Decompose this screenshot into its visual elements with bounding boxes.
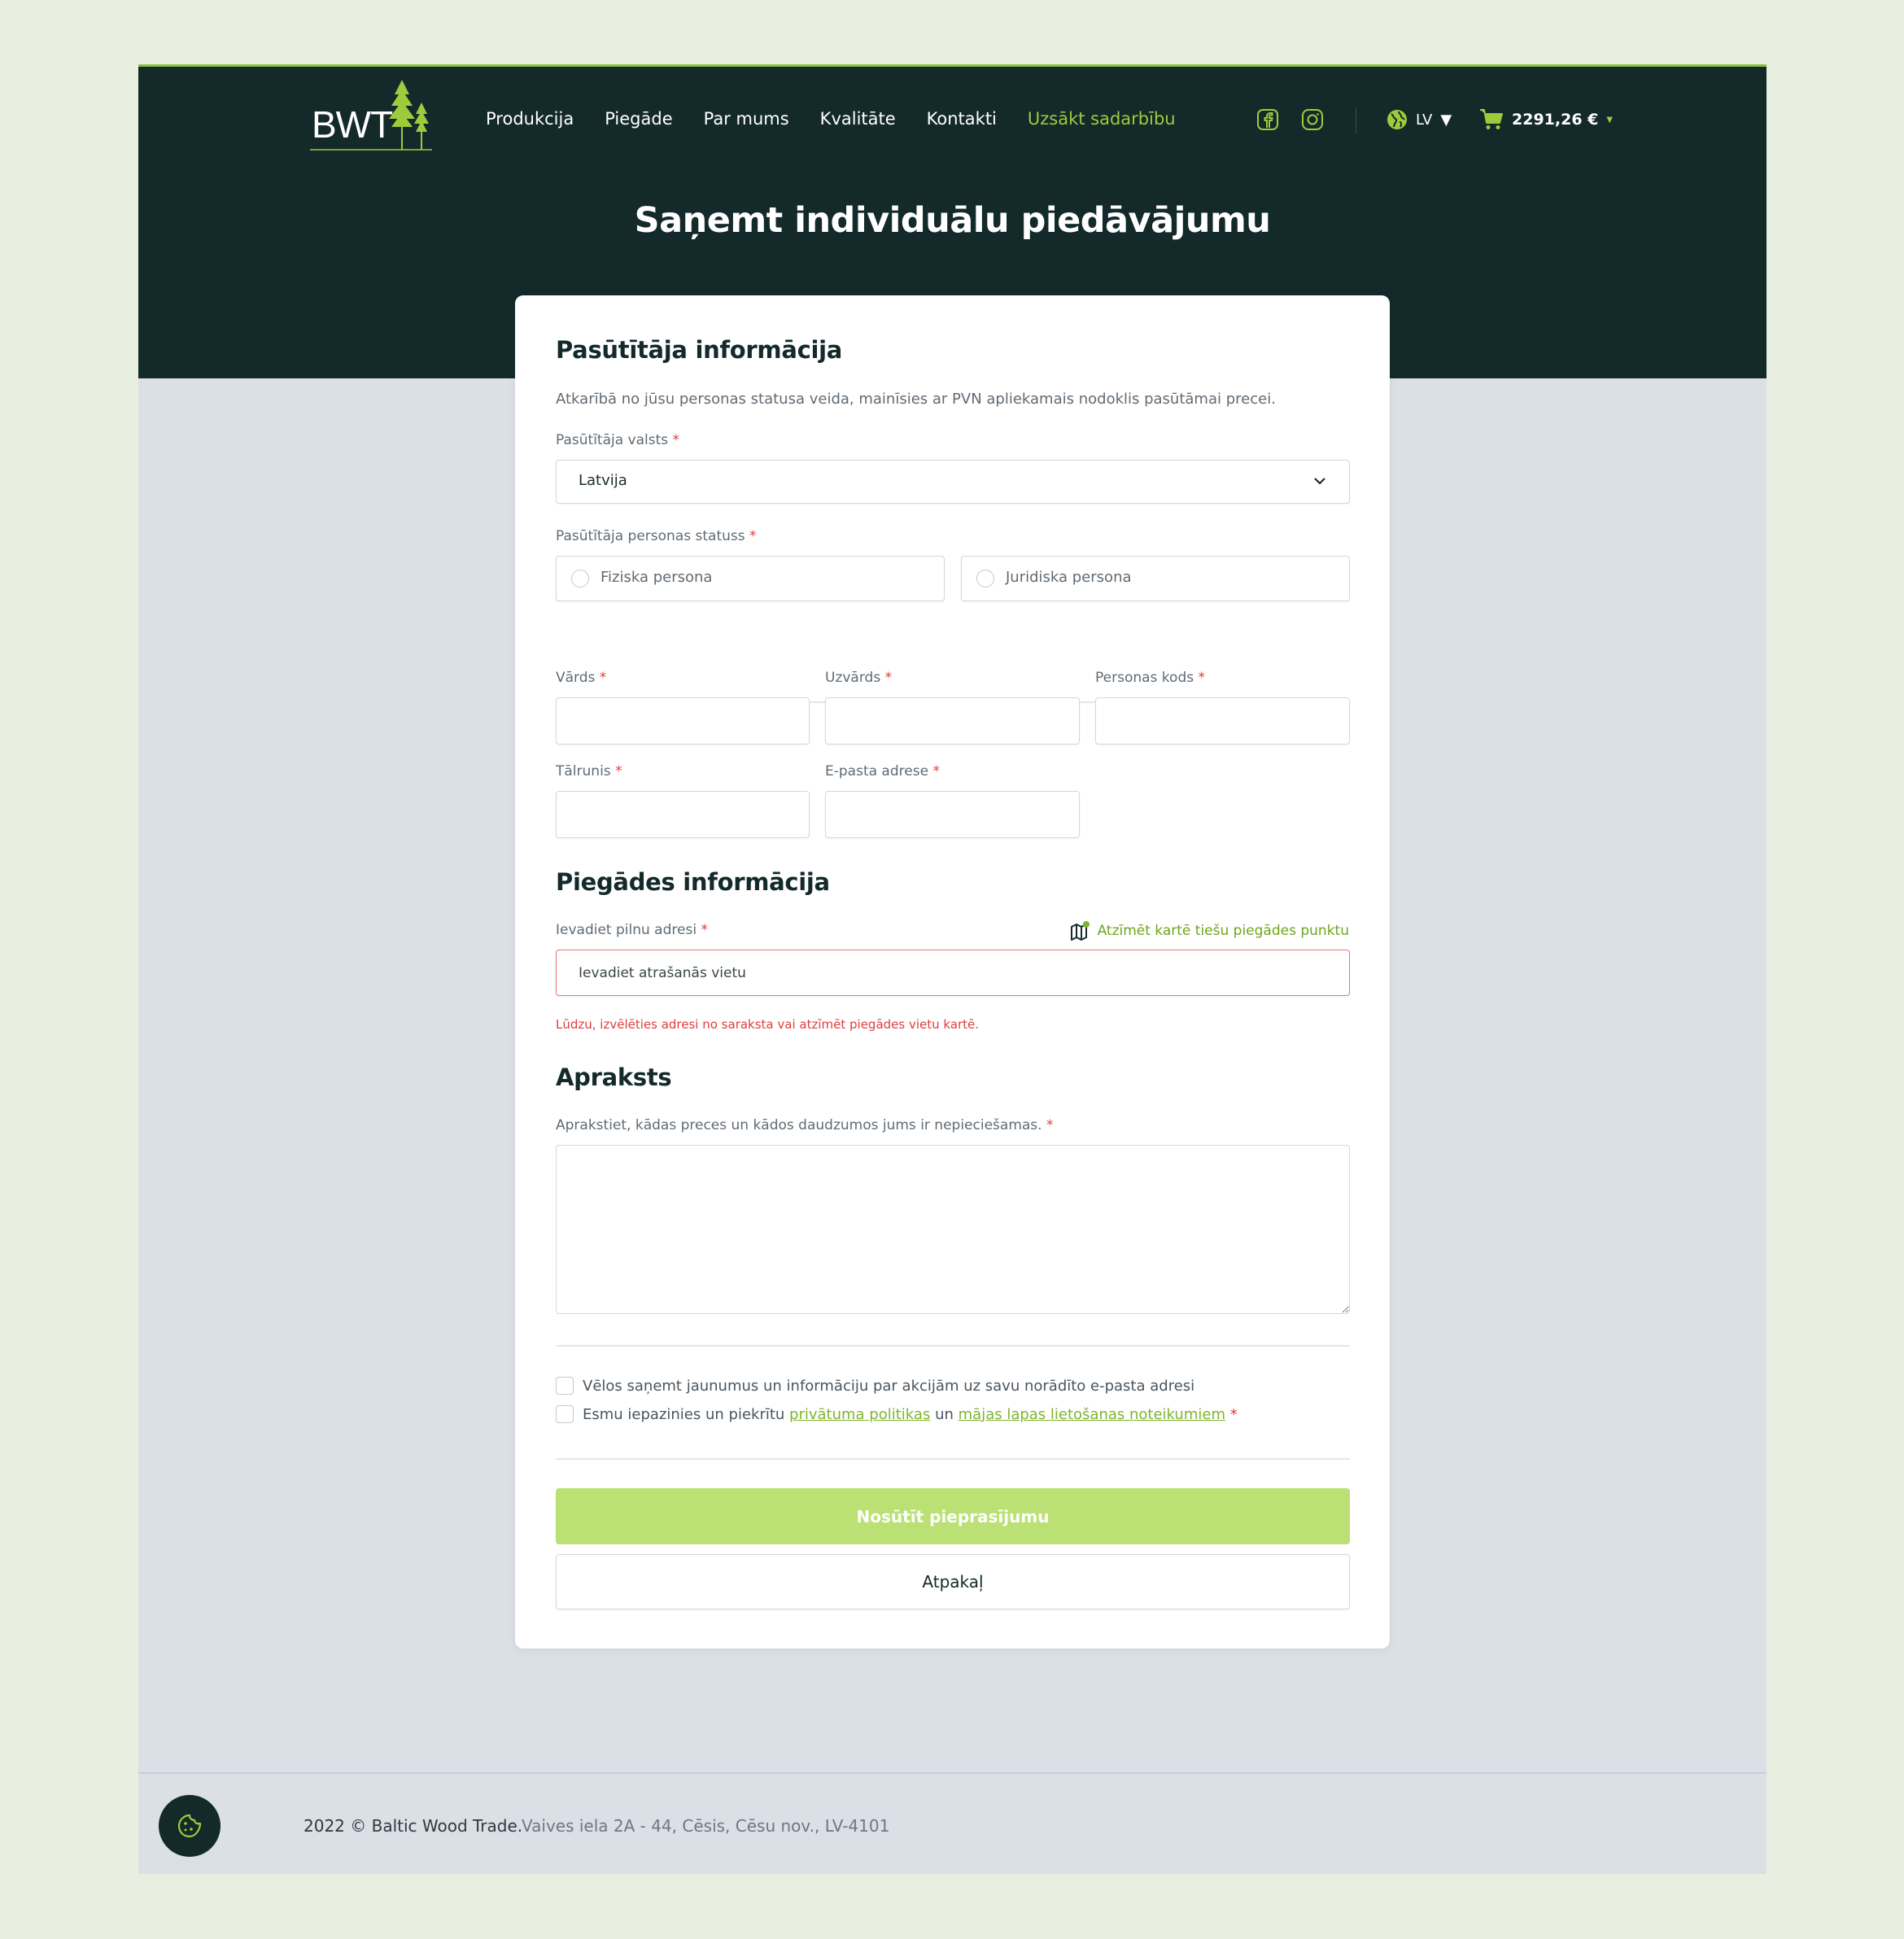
submit-request-button[interactable]: Nosūtīt pieprasījumu (556, 1488, 1350, 1544)
first-name-label: Vārds * (556, 670, 607, 686)
map-pick-link[interactable]: Atzīmēt kartē tiešu piegādes punktu (1070, 920, 1349, 941)
footer-address: Vaives iela 2A - 44, Cēsis, Cēsu nov., L… (522, 1816, 890, 1836)
section-divider (556, 1345, 1350, 1347)
language-switcher[interactable]: LV ▼ (1387, 109, 1452, 130)
footer-divider (138, 1772, 1766, 1774)
newsletter-checkbox[interactable] (556, 1377, 574, 1395)
cart-icon (1480, 109, 1503, 129)
customer-info-heading: Pasūtītāja informācija (556, 336, 843, 364)
status-option-label: Juridiska persona (1006, 569, 1132, 586)
address-input[interactable] (556, 950, 1350, 996)
cart-summary[interactable]: 2291,26 € ▼ (1479, 108, 1613, 131)
first-name-input[interactable] (556, 697, 810, 745)
vat-note: Atkarībā no jūsu personas statusa veida,… (556, 391, 1276, 408)
page-title: Saņemt individuālu piedāvājumu (634, 200, 1271, 241)
section-divider (556, 1458, 1350, 1460)
radio-button[interactable] (571, 570, 589, 587)
page-frame: BWT Produkcija Piegāde Par mums Kvalitāt… (138, 64, 1766, 1874)
nav-piegade[interactable]: Piegāde (605, 109, 672, 129)
address-label: Ievadiet pilnu adresi * (556, 922, 708, 938)
address-error: Lūdzu, izvēlēties adresi no saraksta vai… (556, 1017, 980, 1032)
privacy-policy-link[interactable]: privātuma politikas (789, 1406, 930, 1423)
nav-kontakti[interactable]: Kontakti (927, 109, 997, 129)
bwt-logo[interactable]: BWT (310, 72, 436, 151)
chevron-down-icon (1314, 478, 1325, 485)
back-button[interactable]: Atpakaļ (556, 1554, 1350, 1609)
nav-par-mums[interactable]: Par mums (704, 109, 789, 129)
newsletter-text: Vēlos saņemt jaunumus un informāciju par… (583, 1377, 1195, 1395)
nav-kvalitate[interactable]: Kvalitāte (820, 109, 896, 129)
phone-label: Tālrunis * (556, 763, 622, 780)
terms-checkbox[interactable] (556, 1405, 574, 1423)
status-option-legal[interactable]: Juridiska persona (961, 556, 1350, 601)
personal-code-input[interactable] (1095, 697, 1350, 745)
language-code: LV (1416, 111, 1433, 129)
terms-consent: Esmu iepazinies un piekrītu privātuma po… (556, 1405, 1238, 1423)
last-name-label: Uzvārds * (825, 670, 893, 686)
nav-uzsakt-sadarbibu[interactable]: Uzsākt sadarbību (1028, 109, 1176, 129)
instagram-icon[interactable] (1301, 108, 1324, 131)
status-label: Pasūtītāja personas statuss * (556, 528, 757, 544)
phone-input[interactable] (556, 791, 810, 838)
description-label: Aprakstiet, kādas preces un kādos daudzu… (556, 1117, 1054, 1133)
terms-text: Esmu iepazinies un piekrītu privātuma po… (583, 1405, 1238, 1423)
request-form-card: Pasūtītāja informācija Atkarībā no jūsu … (515, 295, 1390, 1649)
last-name-input[interactable] (825, 697, 1080, 745)
terms-of-use-link[interactable]: mājas lapas lietošanas noteikumiem (959, 1406, 1225, 1423)
footer-copyright: 2022 © Baltic Wood Trade. (304, 1816, 523, 1836)
cookie-settings-button[interactable] (159, 1795, 221, 1857)
personal-code-label: Personas kods * (1095, 670, 1205, 686)
radio-button[interactable] (976, 570, 994, 587)
map-pin-icon (1070, 921, 1090, 941)
chevron-down-icon: ▼ (1440, 111, 1452, 129)
status-option-private[interactable]: Fiziska persona (556, 556, 945, 601)
main-nav: Produkcija Piegāde Par mums Kvalitāte Ko… (486, 109, 1176, 129)
logo-text: BWT (312, 103, 393, 146)
email-label: E-pasta adrese * (825, 763, 940, 780)
description-heading: Apraksts (556, 1063, 672, 1091)
email-input[interactable] (825, 791, 1080, 838)
globe-icon (1387, 110, 1407, 129)
chevron-down-icon: ▼ (1606, 115, 1614, 124)
delivery-info-heading: Piegādes informācija (556, 868, 830, 896)
facebook-icon[interactable] (1256, 108, 1279, 131)
cart-total: 2291,26 € (1512, 111, 1599, 129)
cookie-icon (177, 1814, 202, 1838)
country-label: Pasūtītāja valsts * (556, 432, 680, 448)
description-textarea[interactable] (556, 1145, 1350, 1314)
status-option-label: Fiziska persona (600, 569, 713, 586)
newsletter-consent: Vēlos saņemt jaunumus un informāciju par… (556, 1377, 1194, 1395)
country-value: Latvija (579, 472, 627, 489)
nav-produkcija[interactable]: Produkcija (486, 109, 574, 129)
country-select[interactable]: Latvija (556, 460, 1350, 504)
